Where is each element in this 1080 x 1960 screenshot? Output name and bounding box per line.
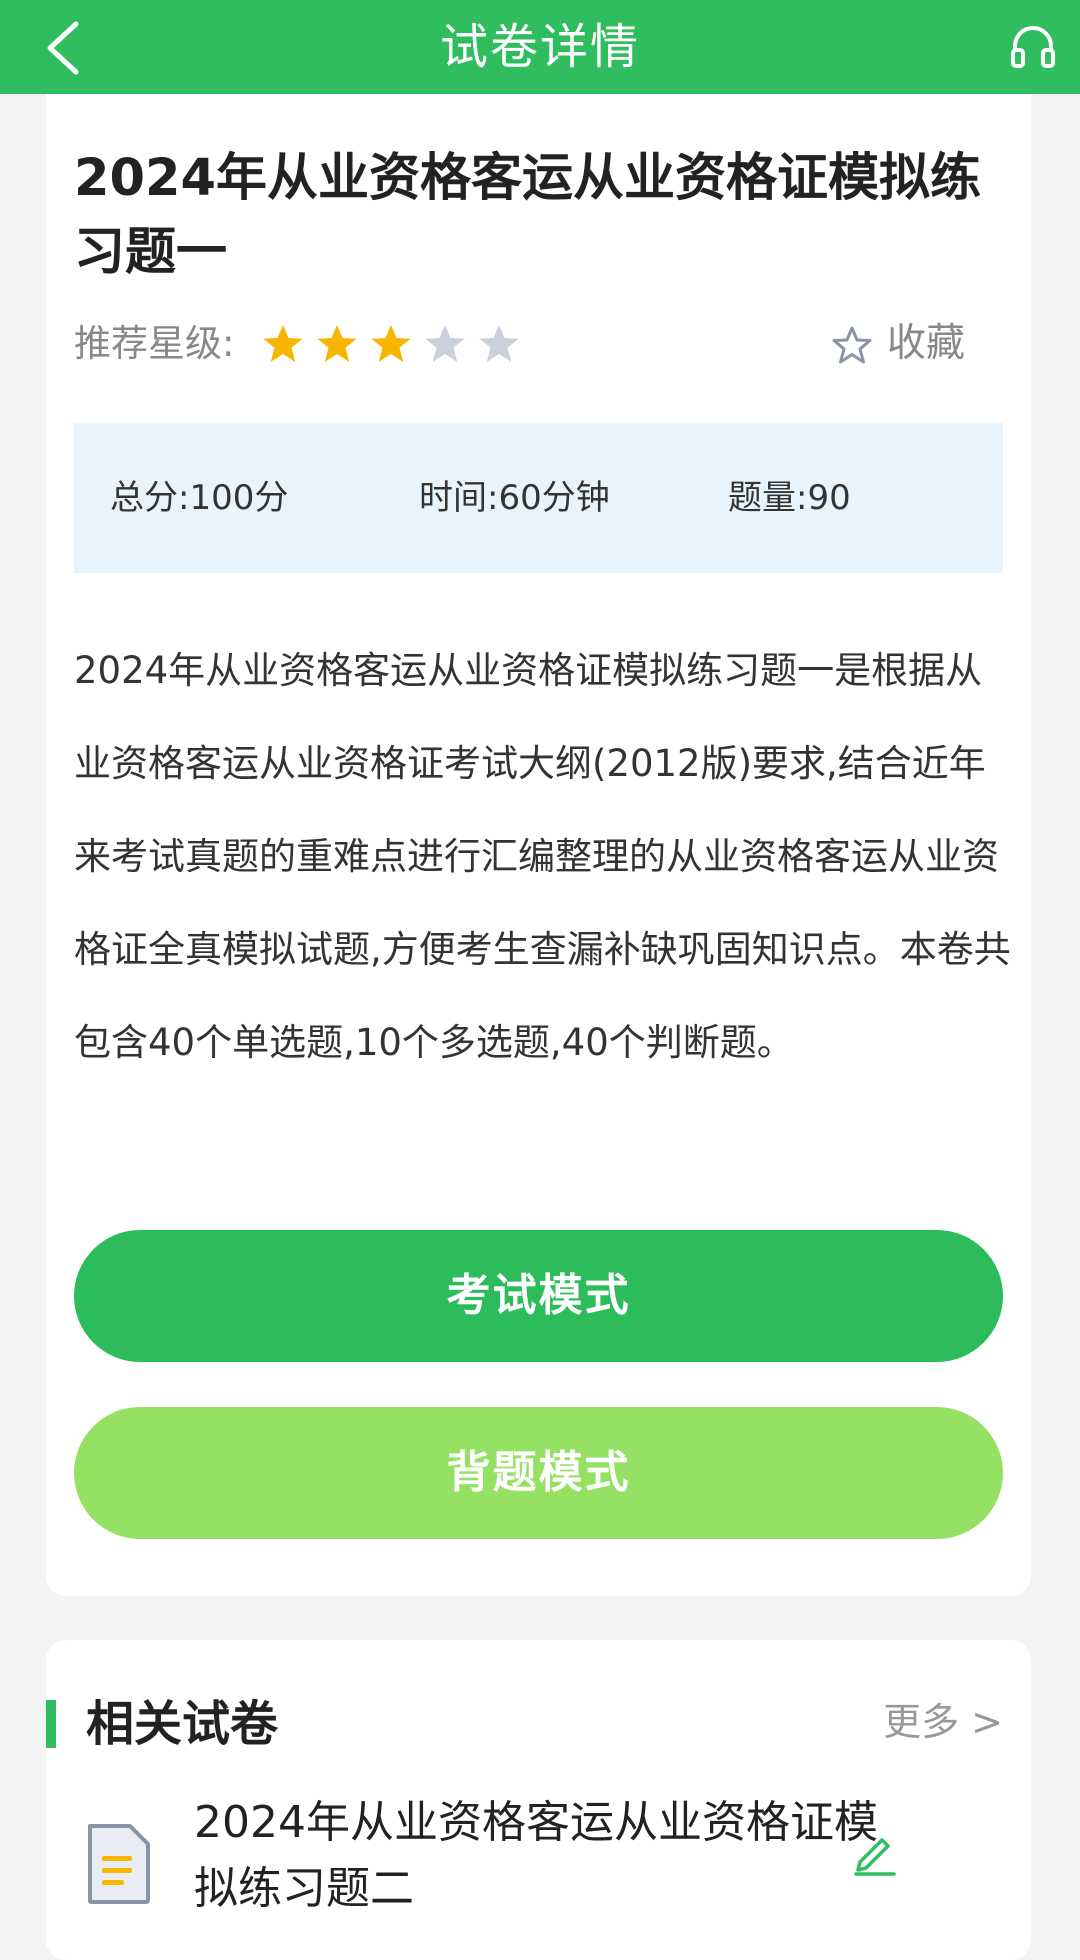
top-bar: 试卷详情 (0, 0, 1080, 94)
paper-detail-card: 2024年从业资格客运从业资格证模拟练习题一 推荐星级: 收藏 总分:100分 … (46, 94, 1031, 1596)
document-icon (88, 1824, 150, 1904)
total-score: 总分:100分 (110, 478, 289, 518)
question-count: 题量:90 (728, 478, 851, 518)
pencil-icon[interactable] (852, 1830, 898, 1876)
list-item[interactable]: 2024年从业资格客运从业资格证模拟练习题二 (74, 1790, 1014, 1930)
star-empty-icon (425, 325, 465, 362)
star-filled-icon (371, 325, 411, 362)
stats-panel: 总分:100分 时间:60分钟 题量:90 (74, 423, 1003, 573)
section-accent-bar (46, 1700, 56, 1748)
memorize-mode-button[interactable]: 背题模式 (74, 1407, 1003, 1539)
favorite-label: 收藏 (887, 321, 966, 366)
rating-row: 推荐星级: 收藏 (74, 319, 1014, 369)
star-outline-icon (832, 326, 872, 364)
duration: 时间:60分钟 (419, 478, 610, 518)
related-item-title: 2024年从业资格客运从业资格证模拟练习题二 (194, 1797, 878, 1914)
star-filled-icon (317, 325, 357, 362)
page-title: 试卷详情 (439, 19, 640, 75)
section-title: 相关试卷 (86, 1696, 279, 1752)
related-papers-card: 相关试卷 更多 > 2024年从业资格客运从业资格证模拟练习题二 (46, 1640, 1031, 1960)
exam-mode-button[interactable]: 考试模式 (74, 1230, 1003, 1362)
paper-title: 2024年从业资格客运从业资格证模拟练习题一 (74, 149, 981, 282)
rating-label: 推荐星级: (74, 322, 235, 365)
more-link[interactable]: 更多 > (883, 1692, 1003, 1752)
paper-description: 2024年从业资格客运从业资格证模拟练习题一是根据从业资格客运从业资格证考试大纲… (74, 649, 1011, 1064)
star-filled-icon (263, 325, 303, 362)
star-empty-icon (479, 325, 519, 362)
headset-icon[interactable] (1008, 22, 1058, 72)
